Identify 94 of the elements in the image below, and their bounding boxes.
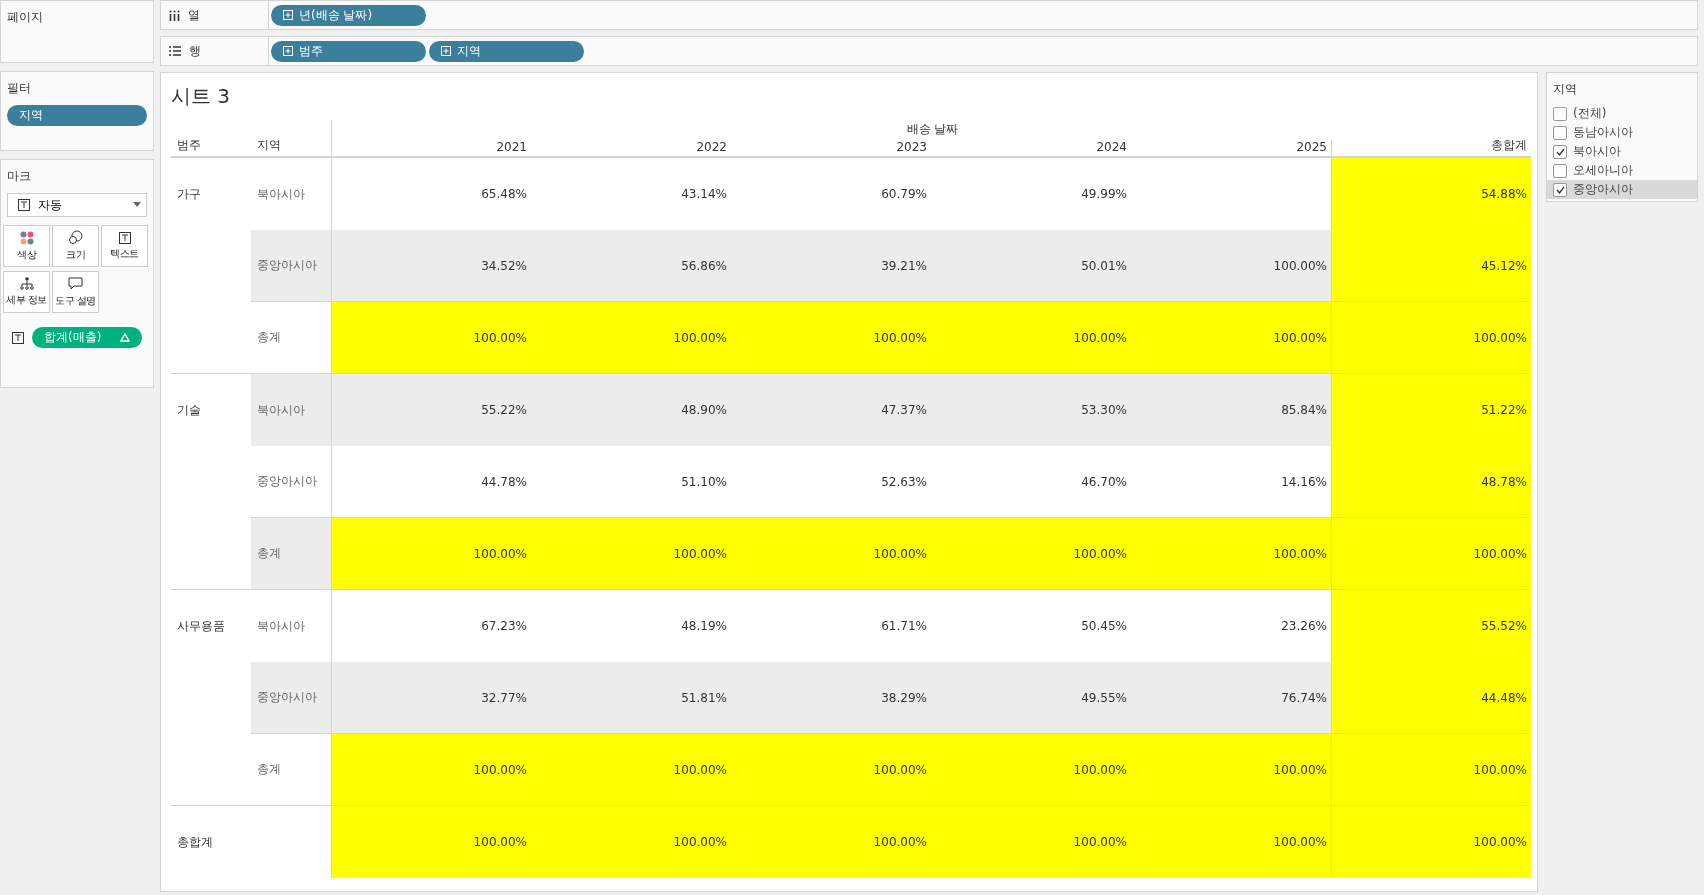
data-cell: 48.78% xyxy=(1331,446,1531,518)
plus-box-icon xyxy=(283,46,293,56)
legend-title: 지역 xyxy=(1552,81,1578,98)
field-pill[interactable]: 범주 xyxy=(271,40,426,62)
row-label: 북아시아 xyxy=(251,374,331,446)
data-cell: 55.52% xyxy=(1331,590,1531,662)
data-cell: 100.00% xyxy=(1131,302,1331,374)
shelf-label: 열 xyxy=(188,6,200,24)
checkbox[interactable] xyxy=(1553,182,1567,197)
field-pill[interactable]: 지역 xyxy=(429,40,584,62)
data-cell: 100.00% xyxy=(731,734,931,806)
data-cell: 39.21% xyxy=(731,230,931,302)
data-cell: 51.81% xyxy=(531,662,731,734)
data-cell: 100.00% xyxy=(331,734,531,806)
text-icon xyxy=(118,231,131,244)
data-cell: 100.00% xyxy=(331,518,531,590)
columns-icon xyxy=(169,9,180,21)
data-cell: 47.37% xyxy=(731,374,931,446)
data-cell: 34.52% xyxy=(331,230,531,302)
speech-bubble-icon xyxy=(68,276,83,291)
data-cell: 100.00% xyxy=(731,518,931,590)
data-cell: 50.01% xyxy=(931,230,1131,302)
data-cell: 100.00% xyxy=(931,806,1131,878)
data-cell: 56.86% xyxy=(531,230,731,302)
shelf-label: 행 xyxy=(189,42,201,60)
data-cell: 100.00% xyxy=(1131,806,1331,878)
mark-card[interactable]: 세부 정보 xyxy=(3,271,50,313)
data-cell: 55.22% xyxy=(331,374,531,446)
row-label: 중앙아시아 xyxy=(251,230,331,302)
data-cell: 100.00% xyxy=(531,734,731,806)
data-cell: 38.29% xyxy=(731,662,931,734)
data-cell: 44.48% xyxy=(1331,662,1531,734)
data-cell: 100.00% xyxy=(1131,518,1331,590)
hierarchy-icon xyxy=(19,277,34,290)
mark-card[interactable]: 크기 xyxy=(52,225,99,267)
dropdown-caret-icon xyxy=(133,202,141,207)
mark-card[interactable]: 도구 설명 xyxy=(52,271,99,313)
size-icon xyxy=(68,230,83,245)
data-cell: 53.30% xyxy=(931,374,1131,446)
plus-box-icon xyxy=(283,10,293,20)
legend-item[interactable]: 오세아니아 xyxy=(1547,161,1697,180)
legend-item[interactable]: 북아시아 xyxy=(1547,142,1697,161)
data-cell: 100.00% xyxy=(731,302,931,374)
data-cell: 100.00% xyxy=(1131,230,1331,302)
data-cell: 100.00% xyxy=(931,734,1131,806)
data-cell: 100.00% xyxy=(1331,518,1531,590)
legend-item[interactable]: 중앙아시아 xyxy=(1547,180,1697,199)
legend-item[interactable]: 동남아시아 xyxy=(1547,123,1697,142)
data-cell: 100.00% xyxy=(1331,806,1531,878)
plus-box-icon xyxy=(441,46,451,56)
list-icon xyxy=(169,46,181,56)
check-icon xyxy=(1555,147,1565,156)
mark-type-dropdown[interactable]: 자동 xyxy=(7,193,147,217)
data-cell: 45.12% xyxy=(1331,230,1531,302)
legend-item[interactable]: (전체) xyxy=(1547,104,1697,123)
t-icon xyxy=(18,199,30,211)
data-cell: 100.00% xyxy=(531,302,731,374)
row-label: 중앙아시아 xyxy=(251,662,331,734)
data-cell: 100.00% xyxy=(331,302,531,374)
data-cell: 51.22% xyxy=(1331,374,1531,446)
panel-title: 페이지 xyxy=(7,9,44,26)
data-cell: 100.00% xyxy=(731,806,931,878)
row-label: 총계 xyxy=(251,518,331,590)
t-icon xyxy=(12,331,24,344)
data-cell: 100.00% xyxy=(931,302,1131,374)
data-cell: 100.00% xyxy=(1331,302,1531,374)
data-cell: 48.90% xyxy=(531,374,731,446)
data-cell: 76.74% xyxy=(1131,662,1331,734)
data-cell: 100.00% xyxy=(1331,734,1531,806)
mark-card[interactable]: 색상 xyxy=(3,225,50,267)
data-cell: 85.84% xyxy=(1131,374,1331,446)
data-cell: 100.00% xyxy=(1131,734,1331,806)
data-cell: 49.55% xyxy=(931,662,1131,734)
field-pill[interactable]: 년(배송 날짜) xyxy=(271,4,426,26)
row-header: 범주 xyxy=(171,140,251,158)
column-header: 배송 날짜 xyxy=(331,120,1531,140)
checkbox[interactable] xyxy=(1553,144,1567,159)
checkbox[interactable] xyxy=(1553,125,1567,140)
color-dots-icon xyxy=(19,230,34,245)
checkbox[interactable] xyxy=(1553,106,1567,121)
data-cell: 32.77% xyxy=(331,662,531,734)
filter-pill[interactable]: 지역 xyxy=(7,105,147,126)
mark-card[interactable]: 텍스트 xyxy=(101,225,148,267)
sheet-title: 시트 3 xyxy=(171,83,232,110)
panel-title: 필터 xyxy=(7,80,32,97)
data-cell: 100.00% xyxy=(531,806,731,878)
data-cell: 100.00% xyxy=(331,806,531,878)
panel-title: 마크 xyxy=(7,168,32,185)
check-icon xyxy=(1555,185,1565,194)
data-cell: 100.00% xyxy=(931,518,1131,590)
data-cell: 44.78% xyxy=(331,446,531,518)
checkbox[interactable] xyxy=(1553,163,1567,178)
data-cell: 100.00% xyxy=(531,518,731,590)
data-cell: 54.88% xyxy=(1331,158,1531,230)
